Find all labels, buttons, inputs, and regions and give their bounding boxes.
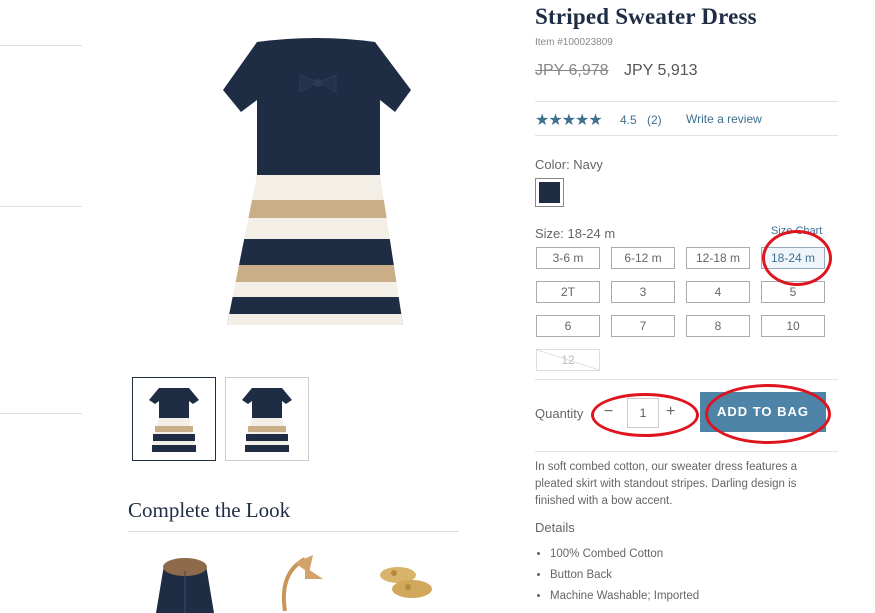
product-thumbnail-1[interactable] [132, 377, 216, 461]
details-item: Machine Washable; Imported [550, 586, 699, 607]
product-main-image [223, 38, 411, 325]
star-rating-icon: ★★★★★ [535, 112, 603, 129]
product-thumbnail-2[interactable] [225, 377, 309, 461]
divider [535, 101, 838, 102]
swatch-fill [539, 182, 560, 203]
details-title: Details [535, 520, 575, 535]
review-count[interactable]: (2) [647, 113, 662, 127]
size-option-12-18m[interactable]: 12-18 m [686, 247, 750, 269]
size-option-3[interactable]: 3 [611, 281, 675, 303]
product-title: Striped Sweater Dress [535, 4, 757, 29]
size-option-2t[interactable]: 2T [536, 281, 600, 303]
product-description: In soft combed cotton, our sweater dress… [535, 461, 798, 507]
size-option-18-24m[interactable]: 18-24 m [761, 247, 825, 269]
item-number: Item #100023809 [535, 37, 613, 48]
quantity-input[interactable]: 1 [627, 398, 659, 428]
quantity-label: Quantity [535, 406, 584, 421]
dress-front-icon [149, 388, 199, 452]
size-option-5[interactable]: 5 [761, 281, 825, 303]
divider [535, 135, 838, 136]
write-review-link[interactable]: Write a review [686, 112, 762, 126]
size-option-4[interactable]: 4 [686, 281, 750, 303]
rating-value: 4.5 [620, 113, 637, 127]
size-option-7[interactable]: 7 [611, 315, 675, 337]
add-to-bag-button[interactable]: ADD TO BAG [700, 392, 826, 432]
quantity-increase-button[interactable]: + [666, 403, 675, 421]
sale-price: JPY 5,913 [624, 62, 698, 79]
dress-back-icon [242, 388, 292, 452]
cardigan-product-image[interactable] [150, 553, 220, 613]
sidebar-divider [0, 413, 82, 414]
size-option-3-6m[interactable]: 3-6 m [536, 247, 600, 269]
quantity-decrease-button[interactable]: − [604, 403, 613, 421]
details-item: 100% Combed Cotton [550, 544, 699, 565]
color-swatch-navy[interactable] [535, 178, 564, 207]
size-option-6[interactable]: 6 [536, 315, 600, 337]
size-option-10[interactable]: 10 [761, 315, 825, 337]
divider [128, 531, 459, 532]
color-label: Color: Navy [535, 157, 603, 172]
shoes-product-image[interactable] [372, 553, 442, 613]
divider [535, 379, 838, 380]
size-option-6-12m[interactable]: 6-12 m [611, 247, 675, 269]
size-label: Size: 18-24 m [535, 226, 616, 241]
details-item: Button Back [550, 565, 699, 586]
original-price: JPY 6,978 [535, 62, 609, 79]
size-chart-link[interactable]: Size Chart [771, 225, 822, 237]
complete-the-look-title: Complete the Look [128, 498, 291, 522]
size-option-12: 12 [536, 349, 600, 371]
divider [535, 451, 838, 452]
sidebar-divider [0, 206, 82, 207]
size-option-8[interactable]: 8 [686, 315, 750, 337]
details-list: 100% Combed Cotton Button Back Machine W… [535, 544, 699, 607]
sidebar-divider [0, 45, 82, 46]
headband-product-image[interactable] [265, 553, 335, 613]
